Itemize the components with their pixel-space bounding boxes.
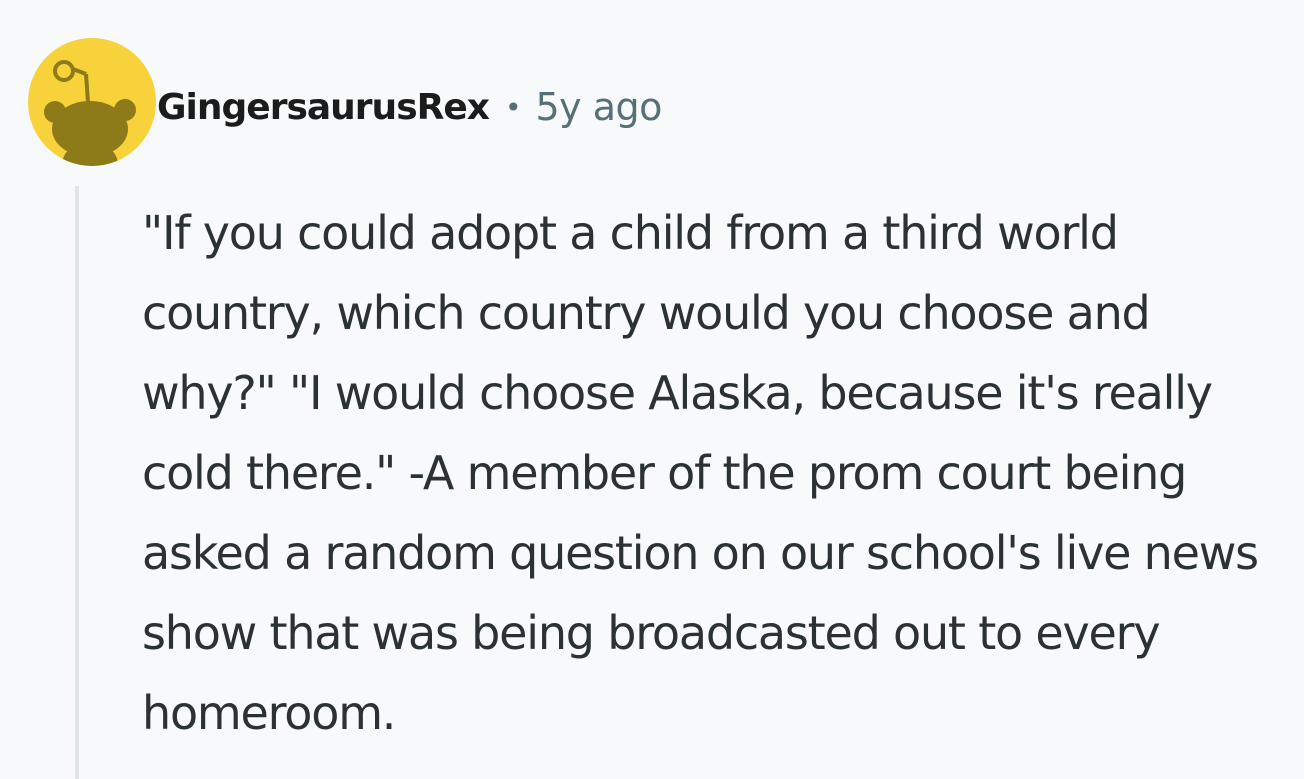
comment-timestamp[interactable]: 5y ago bbox=[536, 85, 663, 129]
author-username[interactable]: GingersaurusRex bbox=[157, 87, 490, 128]
thread-line[interactable] bbox=[75, 186, 79, 779]
comment: GingersaurusRex • 5y ago "If you could a… bbox=[0, 0, 1304, 779]
comment-meta: GingersaurusRex • 5y ago bbox=[157, 80, 662, 134]
reddit-snoo-avatar-icon bbox=[44, 60, 136, 166]
meta-separator: • bbox=[504, 90, 522, 124]
avatar[interactable] bbox=[28, 38, 156, 166]
comment-body: "If you could adopt a child from a third… bbox=[142, 206, 1259, 740]
